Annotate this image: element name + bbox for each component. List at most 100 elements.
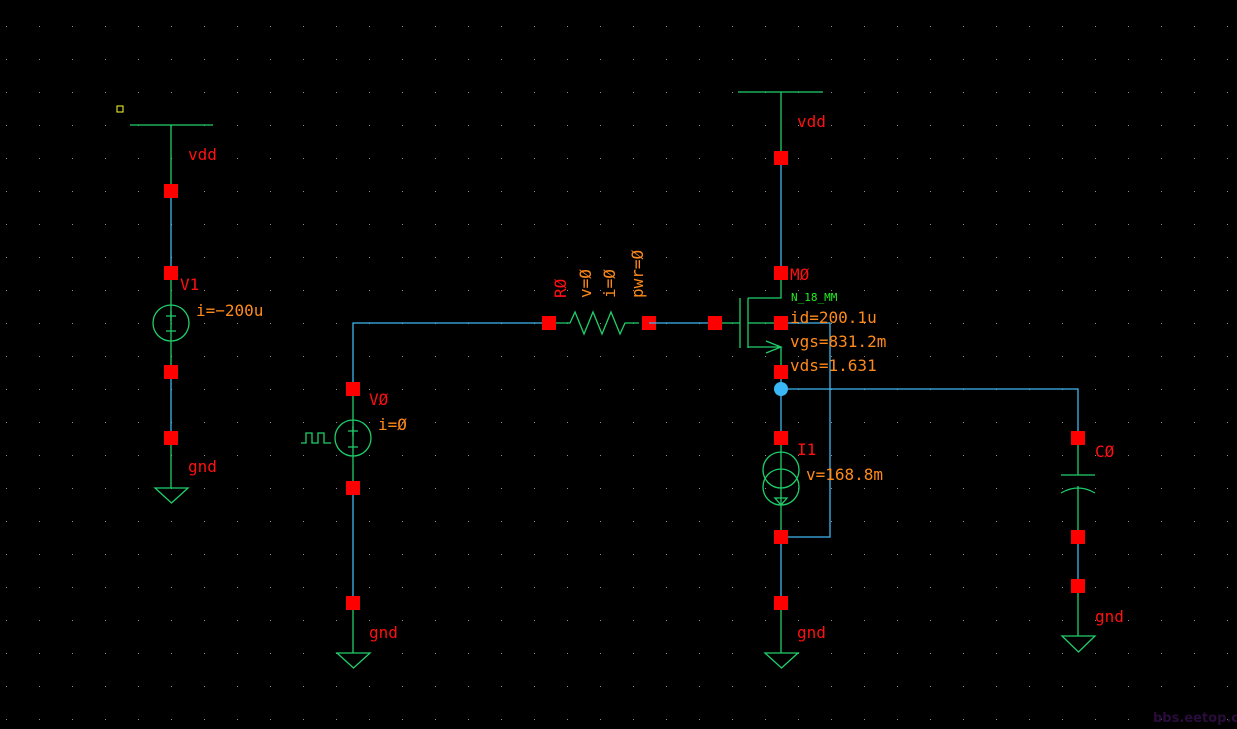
grid-dot xyxy=(402,521,403,522)
grid-dot xyxy=(501,686,502,687)
grid-dot xyxy=(204,224,205,225)
grid-dot xyxy=(435,389,436,390)
grid-dot xyxy=(402,488,403,489)
grid-dot xyxy=(369,719,370,720)
grid-dot xyxy=(237,323,238,324)
pin[interactable] xyxy=(164,184,178,198)
pin[interactable] xyxy=(1071,431,1085,445)
grid-dot xyxy=(468,587,469,588)
grid-dot xyxy=(864,620,865,621)
grid-dot xyxy=(237,653,238,654)
grid-dot xyxy=(963,191,964,192)
grid-dot xyxy=(105,356,106,357)
grid-dot xyxy=(1095,521,1096,522)
grid-dot xyxy=(765,59,766,60)
v1-branch[interactable]: vdd V1 i=−200u gnd xyxy=(130,124,263,504)
grid-dot xyxy=(1194,488,1195,489)
grid-dot xyxy=(336,356,337,357)
pin[interactable] xyxy=(774,266,788,280)
pin[interactable] xyxy=(774,365,788,379)
grid-dot xyxy=(996,224,997,225)
grid-dot xyxy=(897,191,898,192)
grid-dot xyxy=(72,521,73,522)
grid-dot xyxy=(468,653,469,654)
grid-dot xyxy=(270,356,271,357)
grid-dot xyxy=(1161,389,1162,390)
grid-dot xyxy=(666,422,667,423)
grid-dot xyxy=(1029,158,1030,159)
pin[interactable] xyxy=(774,530,788,544)
grid-dot xyxy=(600,488,601,489)
grid-dot xyxy=(1128,158,1129,159)
grid-dot xyxy=(6,158,7,159)
grid-dot xyxy=(765,26,766,27)
pin[interactable] xyxy=(164,431,178,445)
grid-dot xyxy=(435,191,436,192)
pin[interactable] xyxy=(542,316,556,330)
grid-dot xyxy=(1029,356,1030,357)
grid-dot xyxy=(666,455,667,456)
schematic-canvas[interactable]: vdd V1 i=−200u gnd VØ i=Ø gnd RØ v=Ø i=Ø… xyxy=(0,0,1237,729)
grid-dot xyxy=(1128,125,1129,126)
v0-branch[interactable]: VØ i=Ø gnd xyxy=(301,322,549,669)
grid-dot xyxy=(996,92,997,93)
pin[interactable] xyxy=(346,481,360,495)
grid-dot xyxy=(1227,26,1228,27)
grid-dot xyxy=(138,158,139,159)
selected-net-dot[interactable] xyxy=(774,382,788,396)
grid-dot xyxy=(567,356,568,357)
grid-dot xyxy=(633,356,634,357)
grid-dot xyxy=(39,158,40,159)
pin[interactable] xyxy=(774,151,788,165)
resistor-icon[interactable] xyxy=(556,310,639,336)
grid-dot xyxy=(6,257,7,258)
grid-dot xyxy=(237,719,238,720)
grid-dot xyxy=(39,59,40,60)
nmos-icon[interactable] xyxy=(715,273,783,372)
grid-dot xyxy=(633,92,634,93)
pin[interactable] xyxy=(1071,530,1085,544)
pin[interactable] xyxy=(774,596,788,610)
pin[interactable] xyxy=(1071,579,1085,593)
grid-dot xyxy=(1029,587,1030,588)
grid-dot xyxy=(699,224,700,225)
pin[interactable] xyxy=(346,596,360,610)
output-wire[interactable] xyxy=(781,388,1079,438)
pin[interactable] xyxy=(774,316,788,330)
grid-dot xyxy=(930,323,931,324)
grid-dot xyxy=(798,257,799,258)
grid-dot xyxy=(1128,92,1129,93)
grid-dot xyxy=(138,422,139,423)
grid-dot xyxy=(1161,455,1162,456)
grid-dot xyxy=(732,224,733,225)
grid-dot xyxy=(336,488,337,489)
pin[interactable] xyxy=(708,316,722,330)
wire[interactable] xyxy=(352,322,549,389)
r0-current: i=Ø xyxy=(600,269,619,298)
grid-dot xyxy=(402,686,403,687)
r0-resistor[interactable]: RØ v=Ø i=Ø pwr=Ø xyxy=(542,249,656,336)
grid-dot xyxy=(996,158,997,159)
grid-dot xyxy=(732,59,733,60)
grid-dot xyxy=(369,257,370,258)
schematic[interactable]: vdd V1 i=−200u gnd VØ i=Ø gnd RØ v=Ø i=Ø… xyxy=(0,0,1237,729)
grid-dot xyxy=(501,257,502,258)
pin[interactable] xyxy=(164,266,178,280)
grid-dot xyxy=(534,389,535,390)
pin[interactable] xyxy=(346,382,360,396)
grid-dot xyxy=(699,455,700,456)
grid-dot xyxy=(1161,521,1162,522)
grid-dot xyxy=(1194,653,1195,654)
grid-dot xyxy=(468,422,469,423)
grid-dot xyxy=(303,554,304,555)
grid-dot xyxy=(1029,257,1030,258)
grid-dot xyxy=(699,191,700,192)
grid-dot xyxy=(534,653,535,654)
c0-capacitor[interactable]: CØ gnd xyxy=(1060,431,1124,653)
i1-current-source[interactable]: I1 v=168.8m gnd xyxy=(762,431,883,669)
pin[interactable] xyxy=(164,365,178,379)
grid-dot xyxy=(1062,356,1063,357)
grid-dot xyxy=(369,191,370,192)
grid-dot xyxy=(237,620,238,621)
pin[interactable] xyxy=(774,431,788,445)
